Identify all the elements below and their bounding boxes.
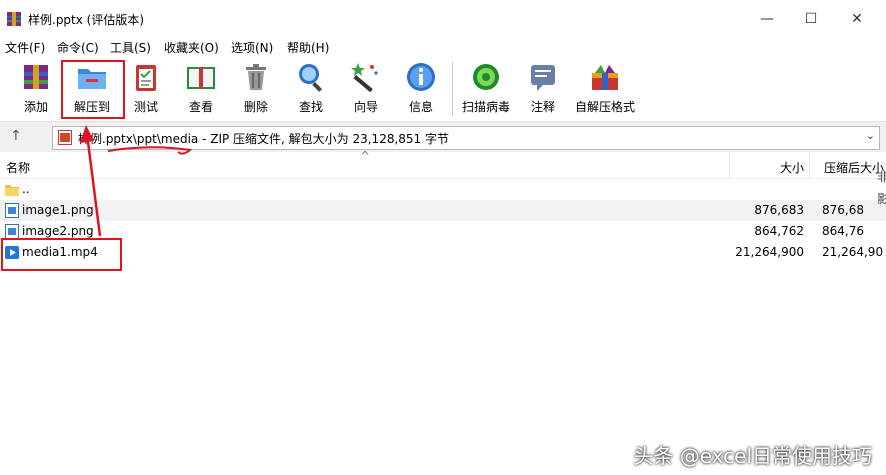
annotation-arrow bbox=[80, 125, 193, 237]
watermark: 头条 @excel日常使用技巧 bbox=[633, 444, 872, 468]
